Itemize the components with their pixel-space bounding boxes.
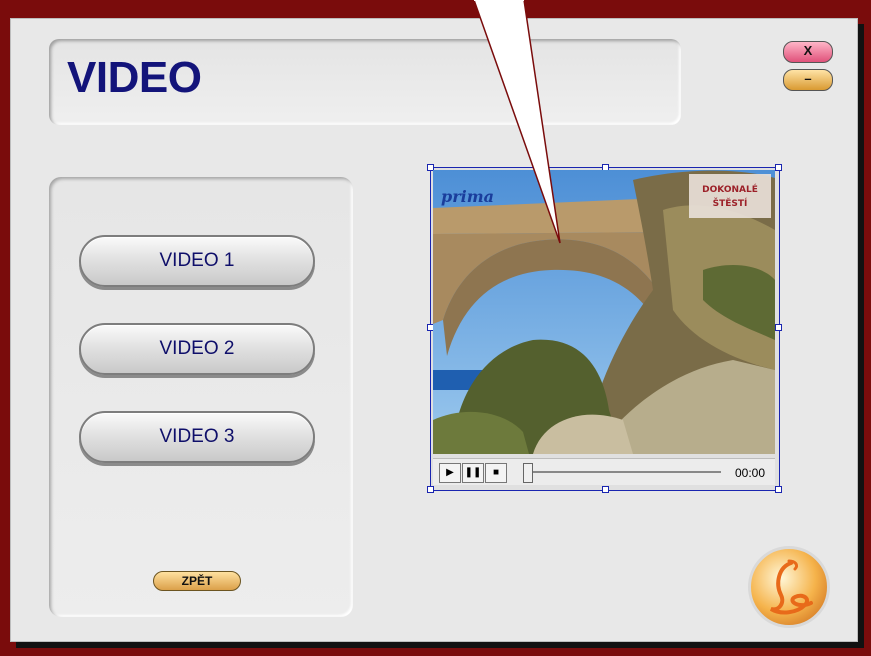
video-player[interactable]: prima DOKONALÉ ŠTĚSTÍ ▶ ❚❚ ■ 00:00 — [427, 164, 782, 493]
app-logo[interactable] — [748, 546, 830, 628]
minimize-button[interactable]: – — [783, 69, 833, 91]
video-1-button[interactable]: VIDEO 1 — [79, 235, 315, 287]
video-2-button[interactable]: VIDEO 2 — [79, 323, 315, 375]
stop-icon: ■ — [492, 467, 500, 478]
video-3-button[interactable]: VIDEO 3 — [79, 411, 315, 463]
stop-button[interactable]: ■ — [485, 463, 507, 483]
pause-icon: ❚❚ — [464, 467, 482, 478]
main-window: VIDEO X – VIDEO 1 VIDEO 2 VIDEO 3 ZPĚT p… — [10, 18, 858, 642]
back-button[interactable]: ZPĚT — [153, 571, 241, 591]
close-button[interactable]: X — [783, 41, 833, 63]
pause-button[interactable]: ❚❚ — [462, 463, 484, 483]
resize-handle[interactable] — [602, 486, 609, 493]
title-box: VIDEO — [49, 39, 681, 125]
time-display: 00:00 — [735, 466, 766, 480]
channel-logo-text: prima — [441, 187, 494, 206]
resize-handle[interactable] — [775, 486, 782, 493]
page-title: VIDEO — [67, 53, 202, 102]
resize-handle[interactable] — [427, 486, 434, 493]
player-controls: ▶ ❚❚ ■ 00:00 — [433, 458, 775, 485]
play-button[interactable]: ▶ — [439, 463, 461, 483]
play-icon: ▶ — [446, 467, 454, 478]
video-menu: VIDEO 1 VIDEO 2 VIDEO 3 ZPĚT — [49, 177, 353, 617]
seek-slider-thumb[interactable] — [523, 463, 533, 483]
overlay-title: DOKONALÉ — [702, 183, 758, 195]
video-screen: prima DOKONALÉ ŠTĚSTÍ — [433, 170, 775, 454]
resize-handle[interactable] — [775, 164, 782, 171]
logo-swirl-icon — [769, 559, 813, 615]
resize-handle[interactable] — [775, 324, 782, 331]
overlay-subtitle: ŠTĚSTÍ — [713, 197, 748, 209]
video-frame-image: prima DOKONALÉ ŠTĚSTÍ — [433, 170, 775, 454]
seek-track[interactable] — [529, 471, 721, 473]
